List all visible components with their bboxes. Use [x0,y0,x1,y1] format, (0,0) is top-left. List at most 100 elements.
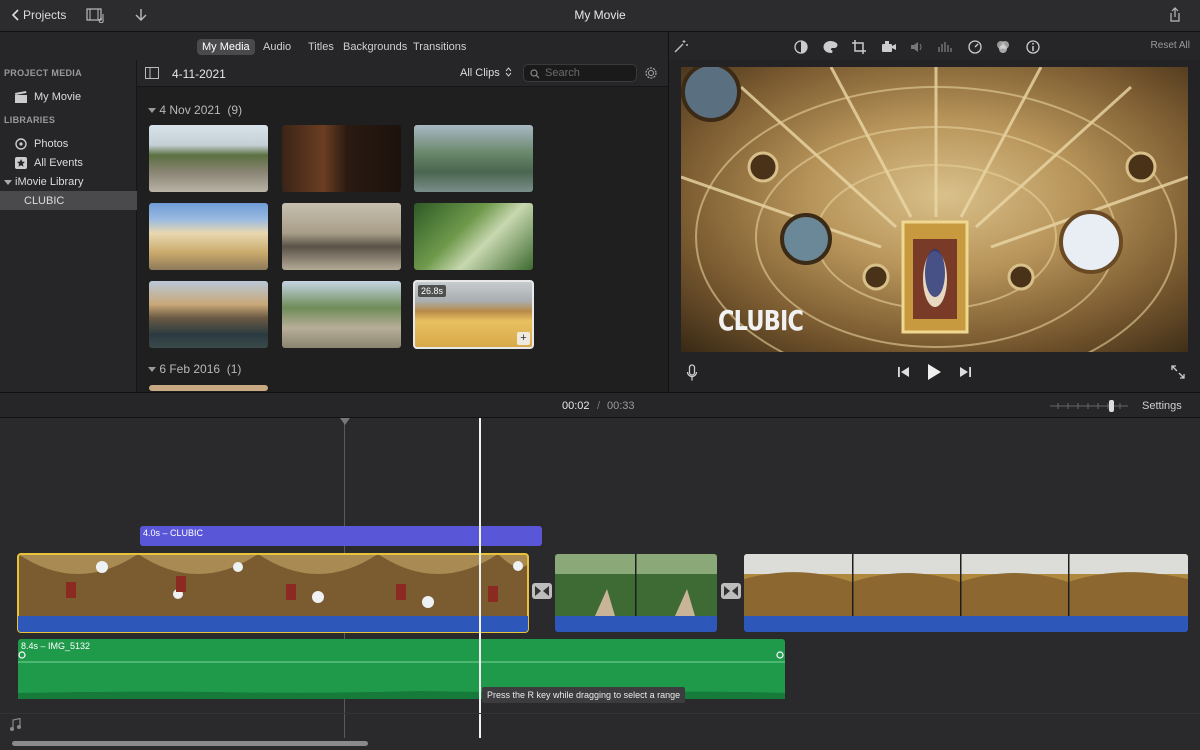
volume-icon[interactable] [909,39,925,55]
sidebar-item-label: CLUBIC [24,194,65,207]
video-preview[interactable]: CLUBIC [681,67,1188,352]
speed-gauge-icon[interactable] [967,39,983,55]
viewer: CLUBIC [668,60,1200,418]
disclosure-triangle-icon [148,108,156,113]
skip-back-icon[interactable] [897,366,911,378]
media-thumbnail[interactable] [149,281,268,348]
media-thumbnail[interactable] [282,125,401,192]
fullscreen-icon[interactable] [1170,364,1186,380]
window-title: My Movie [574,8,626,22]
transition-button[interactable] [532,583,552,599]
group-header-nov[interactable]: 4 Nov 2021 (9) [148,103,242,117]
sidebar-item-my-movie[interactable]: My Movie [0,87,137,106]
add-clip-button[interactable]: + [517,332,530,345]
group-header-feb[interactable]: 6 Feb 2016 (1) [148,362,241,376]
tab-titles[interactable]: Titles [303,39,339,55]
sidebar-item-label: All Events [34,156,83,169]
star-icon [15,156,27,169]
playhead[interactable] [479,418,481,738]
library-sidebar: PROJECT MEDIA My Movie LIBRARIES Photos … [0,60,137,418]
gear-icon[interactable] [644,66,658,80]
search-placeholder: Search [545,67,580,79]
sidebar-item-all-events[interactable]: All Events [0,153,137,172]
clips-filter-select[interactable]: All Clips [460,67,512,79]
media-bar: 4-11-2021 All Clips Search [137,60,668,87]
title-clip[interactable]: 4.0s – CLUBIC [140,526,542,546]
settings-button[interactable]: Settings [1142,400,1182,412]
sidebar-item-label: My Movie [34,90,82,103]
clip-filmstrip [18,554,528,616]
media-thumbnail[interactable] [149,385,268,391]
media-thumbnail-selected[interactable]: 26.8s + [413,280,534,349]
browser-tabs: My Media Audio Titles Backgrounds Transi… [0,32,668,60]
crop-icon[interactable] [851,39,867,55]
current-time: 00:02 [562,400,590,412]
media-thumbnail[interactable] [282,203,401,270]
share-icon[interactable] [1168,7,1182,23]
stabilization-camera-icon[interactable] [879,39,897,55]
photos-icon [15,137,27,150]
color-palette-icon[interactable] [821,39,839,55]
disclosure-triangle-icon[interactable] [4,178,12,186]
sidebar-item-label: iMovie Library [15,175,84,188]
sidebar-item-photos[interactable]: Photos [0,134,137,153]
media-thumbnail[interactable] [149,125,268,192]
video-clip-garden[interactable] [555,554,717,632]
color-balance-icon[interactable] [793,39,809,55]
project-media-header: PROJECT MEDIA [4,68,82,78]
updown-chevron-icon [505,67,512,77]
video-clip-bullring[interactable] [744,554,1188,632]
transition-icon [724,586,738,596]
search-icon [530,69,540,79]
transition-icon [535,586,549,596]
play-icon[interactable] [926,363,942,381]
noise-reduction-icon[interactable] [937,39,953,55]
clips-filter-label: All Clips [460,67,500,79]
disclosure-triangle-icon [148,367,156,372]
media-thumbnail[interactable] [149,203,268,270]
sidebar-toggle-icon[interactable] [145,67,159,79]
reset-all-button[interactable]: Reset All [1151,40,1190,51]
tab-my-media[interactable]: My Media [197,39,255,55]
sidebar-item-imovie-library[interactable]: iMovie Library [0,172,137,191]
timeline[interactable]: 4.0s – CLUBIC 8.4s – IMG_5132 Press the … [0,418,1200,750]
tab-backgrounds[interactable]: Backgrounds [338,39,412,55]
media-browser: 4-11-2021 All Clips Search 4 Nov 2021 (9… [137,60,668,418]
microphone-icon[interactable] [686,364,698,382]
search-input[interactable]: Search [523,64,637,82]
group-count: (1) [226,362,242,376]
title-clip-label: 4.0s – CLUBIC [143,528,204,538]
media-thumbnail[interactable] [282,281,401,348]
transition-button[interactable] [721,583,741,599]
tab-audio[interactable]: Audio [258,39,296,55]
sidebar-item-label: Photos [34,137,69,150]
libraries-header: LIBRARIES [4,115,56,125]
magic-wand-icon[interactable] [673,39,689,53]
media-thumbnail[interactable] [414,203,533,270]
group-date: 6 Feb 2016 [159,362,221,376]
music-note-icon [10,718,21,731]
total-duration: 00:33 [607,400,635,412]
zoom-slider[interactable] [1050,399,1130,413]
video-clip-dome[interactable] [17,553,529,633]
clip-filmstrip [555,554,717,616]
music-lane [0,713,1200,735]
video-filter-icon[interactable] [995,39,1011,55]
adjustment-toolbar: Reset All [668,32,1200,60]
tab-transitions[interactable]: Transitions [408,39,471,55]
skimmer-marker-icon [340,418,350,425]
skip-forward-icon[interactable] [958,366,972,378]
info-icon[interactable] [1025,39,1041,55]
time-bar: 00:02 / 00:33 Settings [0,392,1200,418]
event-date: 4-11-2021 [172,67,226,81]
time-separator: / [597,400,601,412]
title-bar: Projects My Movie [0,0,1200,32]
group-count: (9) [227,103,243,117]
media-thumbnail[interactable] [414,125,533,192]
video-title-overlay: CLUBIC [718,304,804,337]
clip-audio-waveform [744,616,1188,632]
clip-duration-badge: 26.8s [418,285,447,297]
timeline-scrollbar[interactable] [12,741,368,746]
clip-audio-waveform [555,616,717,632]
sidebar-item-clubic[interactable]: CLUBIC [0,191,137,210]
